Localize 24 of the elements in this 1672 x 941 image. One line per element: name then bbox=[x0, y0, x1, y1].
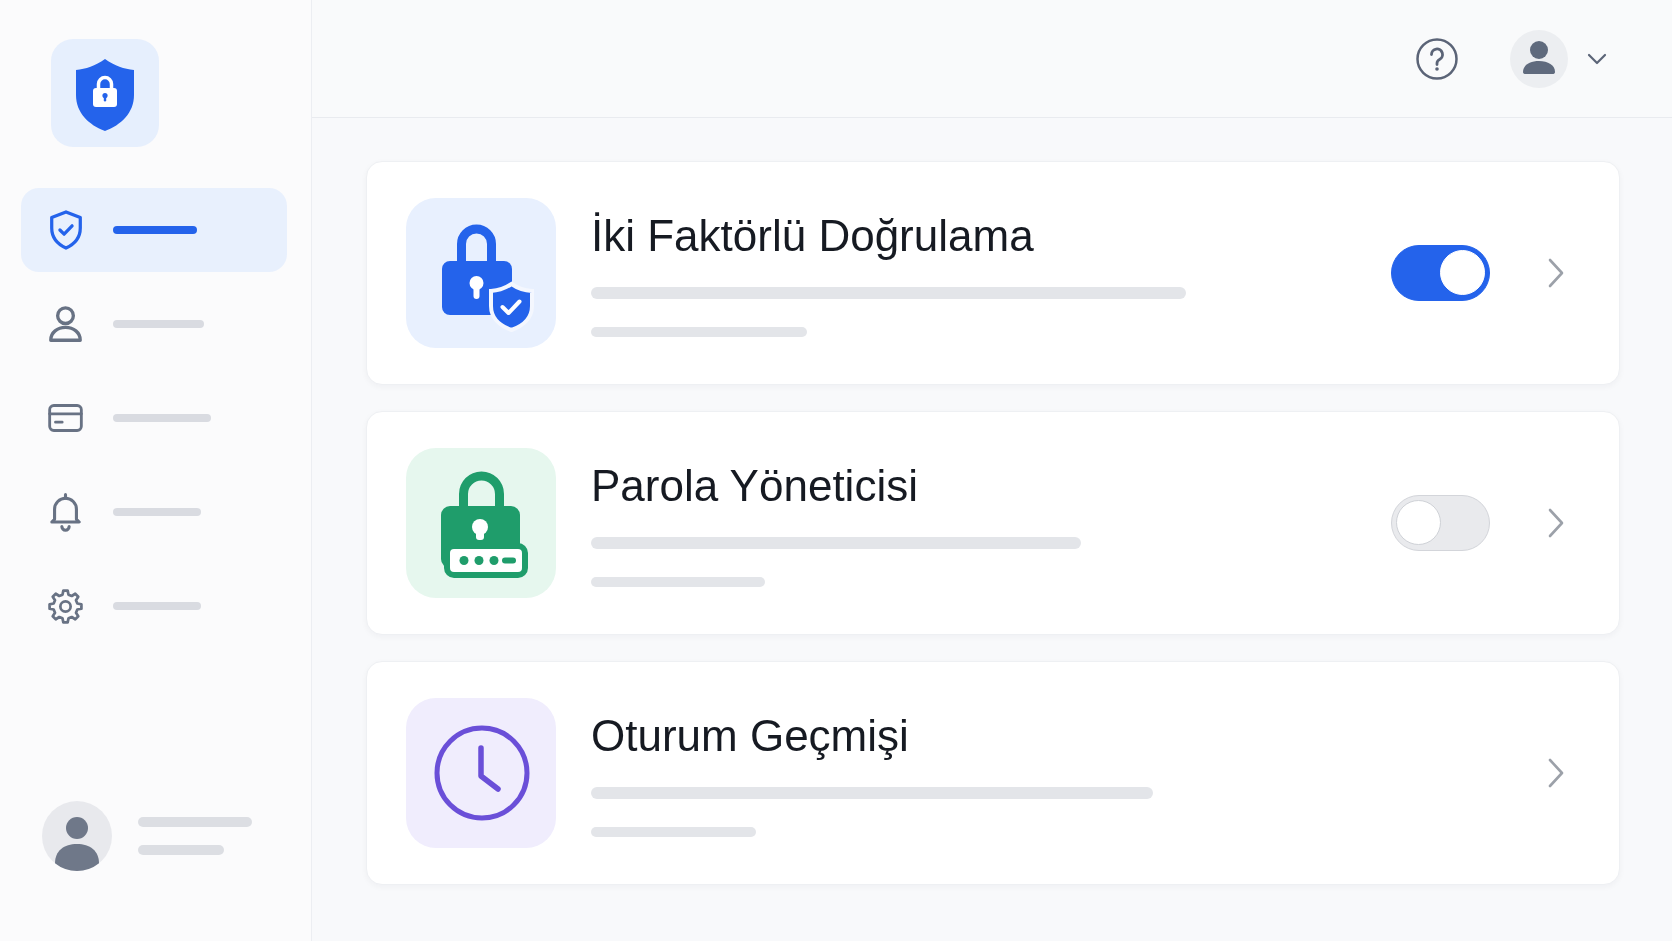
card-title: Parola Yöneticisi bbox=[591, 460, 918, 512]
card-title: İki Faktörlü Doğrulama bbox=[591, 210, 1034, 262]
padlock-password-icon bbox=[406, 448, 556, 598]
settings-card[interactable]: Parola Yöneticisi bbox=[366, 411, 1620, 635]
clock-icon bbox=[406, 698, 556, 848]
avatar-icon bbox=[42, 801, 112, 871]
help-icon[interactable] bbox=[1416, 37, 1458, 80]
toggle-switch[interactable] bbox=[1391, 245, 1490, 301]
bell-icon bbox=[50, 492, 81, 532]
padlock-shield-icon bbox=[406, 198, 556, 348]
card-title: Oturum Geçmişi bbox=[591, 710, 909, 762]
shield-lock-icon bbox=[51, 39, 159, 147]
avatar-icon[interactable] bbox=[1510, 29, 1568, 88]
chevron-right-icon[interactable] bbox=[1547, 757, 1565, 789]
chevron-right-icon[interactable] bbox=[1547, 257, 1565, 289]
chevron-right-icon[interactable] bbox=[1547, 507, 1565, 539]
user-icon bbox=[49, 306, 82, 342]
nav-item[interactable] bbox=[21, 188, 287, 272]
credit-card-icon bbox=[48, 404, 83, 432]
settings-card[interactable]: İki Faktörlü Doğrulama bbox=[366, 161, 1620, 385]
settings-card[interactable]: Oturum Geçmişi bbox=[366, 661, 1620, 885]
shield-check-icon bbox=[49, 210, 82, 250]
chevron-down-icon[interactable] bbox=[1587, 52, 1607, 65]
settings-icon bbox=[48, 588, 83, 624]
